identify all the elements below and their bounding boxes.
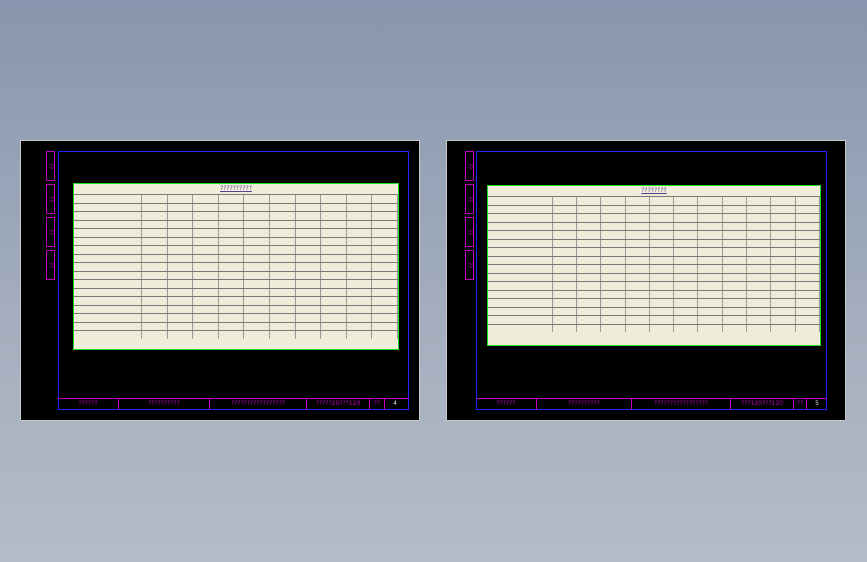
data-table[interactable]: ????????: [487, 185, 821, 346]
title-block-cell: ?????????????????: [632, 399, 731, 410]
strip-cell: ??: [465, 151, 474, 181]
title-block: ?????? ?????????? ????????????????? ????…: [58, 398, 409, 410]
strip-cell: ??: [465, 250, 474, 280]
strip-cell: ??: [465, 184, 474, 214]
title-block-cell: ??????????: [537, 399, 632, 410]
left-strip: ?? ?? ?? ??: [465, 151, 476, 283]
table-title: ????????: [641, 187, 667, 194]
title-block: ?????? ?????????? ????????????????? ???1…: [476, 398, 827, 410]
title-block-cell: ???120???120: [731, 399, 794, 410]
drawing-sheet-1[interactable]: ?? ?? ?? ?? ?????????? ?????? ??????????…: [20, 140, 420, 421]
sheet-number: 4: [393, 400, 397, 407]
table-title: ??????????: [220, 185, 252, 192]
strip-cell: ??: [46, 250, 55, 280]
strip-cell: ??: [46, 217, 55, 247]
title-block-cell: ??????????: [119, 399, 210, 410]
drawing-sheet-2[interactable]: ?? ?? ?? ?? ???????? ?????? ?????????? ?…: [446, 140, 846, 421]
strip-cell: ??: [465, 217, 474, 247]
data-table[interactable]: ??????????: [73, 183, 399, 350]
title-block-cell: ??????: [476, 399, 537, 410]
title-block-cell: ??: [370, 399, 385, 410]
left-strip: ?? ?? ?? ??: [46, 151, 57, 283]
title-block-cell: ??????: [58, 399, 119, 410]
strip-cell: ??: [46, 184, 55, 214]
title-block-cell: ?????????????????: [210, 399, 307, 410]
strip-cell: ??: [46, 151, 55, 181]
sheet-number: 5: [815, 400, 819, 407]
title-block-cell: ?????20???120: [307, 399, 370, 410]
title-block-cell: ??: [794, 399, 807, 410]
